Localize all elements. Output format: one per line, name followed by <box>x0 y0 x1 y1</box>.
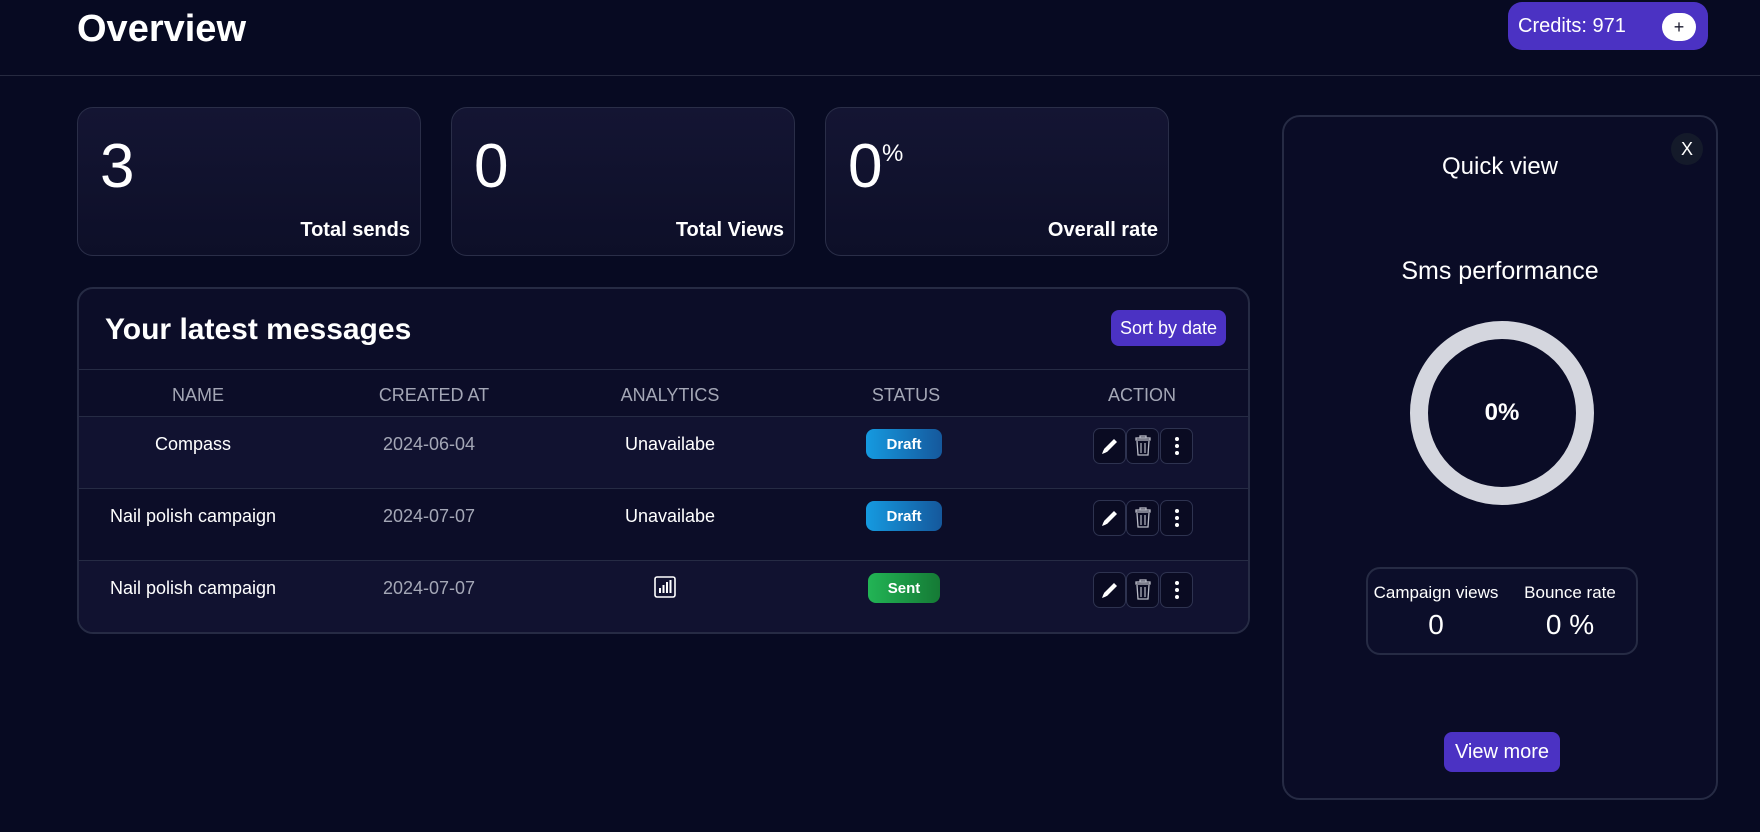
stat-card-total-views: 0 Total Views <box>451 107 795 256</box>
quick-view-panel: X Quick view Sms performance 0% Campaign… <box>1282 115 1718 800</box>
overview-page: Overview Credits: 971 + 3 Total sends 0 … <box>0 0 1760 832</box>
bounce-rate-value: 0 % <box>1545 609 1595 640</box>
page-title: Overview <box>77 8 246 50</box>
stat-label: Total Views <box>675 219 784 241</box>
more-options-button[interactable] <box>1160 572 1193 608</box>
table-row: Nail polish campaign 2024-07-07 Unavaila… <box>79 489 1248 561</box>
vertical-dots-icon <box>1174 437 1179 455</box>
table-row: Nail polish campaign 2024-07-07 Sent <box>79 561 1248 632</box>
edit-button[interactable] <box>1093 572 1126 608</box>
stat-card-overall-rate: 0 % Overall rate <box>825 107 1169 256</box>
view-more-button[interactable]: View more <box>1444 732 1560 772</box>
stat-value: 3 <box>100 132 135 201</box>
stat-percent-suffix: % <box>882 140 904 167</box>
stat-label: Overall rate <box>1047 219 1158 241</box>
status-badge: Draft <box>866 501 942 531</box>
pencil-icon <box>1101 439 1117 454</box>
table-row: Compass 2024-06-04 Unavailabe Draft <box>79 417 1248 489</box>
performance-subtitle: Sms performance <box>1401 257 1599 285</box>
delete-button[interactable] <box>1126 500 1159 536</box>
column-header-action: ACTION <box>1107 385 1176 405</box>
vertical-dots-icon <box>1174 509 1179 527</box>
message-created-at: 2024-07-07 <box>382 506 476 526</box>
status-badge: Sent <box>868 573 940 603</box>
status-badge: Draft <box>866 429 942 459</box>
trash-icon <box>1134 435 1151 456</box>
message-created-at: 2024-06-04 <box>382 434 476 454</box>
credits-label: Credits: 971 <box>1518 14 1626 37</box>
top-header: Overview Credits: 971 + <box>0 0 1760 76</box>
message-name: Nail polish campaign <box>109 506 277 526</box>
trash-icon <box>1134 579 1151 600</box>
credits-pill: Credits: 971 + <box>1508 2 1708 50</box>
sort-by-date-button[interactable]: Sort by date <box>1111 310 1226 346</box>
messages-title: Your latest messages <box>105 313 412 346</box>
message-analytics: Unavailabe <box>624 434 716 454</box>
campaign-views-label: Campaign views <box>1373 583 1499 602</box>
message-analytics: Unavailabe <box>624 506 716 526</box>
more-options-button[interactable] <box>1160 500 1193 536</box>
message-name: Compass <box>154 434 232 454</box>
more-options-button[interactable] <box>1160 428 1193 464</box>
message-created-at: 2024-07-07 <box>382 578 476 598</box>
stat-card-total-sends: 3 Total sends <box>77 107 421 256</box>
quick-view-stats: Campaign views 0 Bounce rate 0 % <box>1366 567 1638 655</box>
column-header-name: NAME <box>171 385 224 405</box>
edit-button[interactable] <box>1093 428 1126 464</box>
pencil-icon <box>1101 583 1117 598</box>
edit-button[interactable] <box>1093 500 1126 536</box>
vertical-dots-icon <box>1174 581 1179 599</box>
trash-icon <box>1134 507 1151 528</box>
performance-value: 0% <box>1484 399 1520 426</box>
column-header-created-at: CREATED AT <box>378 385 490 405</box>
stat-label: Total sends <box>300 219 410 241</box>
message-name: Nail polish campaign <box>109 578 277 598</box>
bar-chart-icon[interactable] <box>653 575 677 599</box>
delete-button[interactable] <box>1126 428 1159 464</box>
stat-value: 0 <box>474 132 509 201</box>
column-header-status: STATUS <box>871 385 941 405</box>
latest-messages-panel: Your latest messages Sort by date NAME C… <box>77 287 1250 634</box>
column-header-analytics: ANALYTICS <box>620 385 720 405</box>
pencil-icon <box>1101 511 1117 526</box>
bounce-rate-label: Bounce rate <box>1524 583 1616 602</box>
quick-view-title: Quick view <box>1441 153 1559 180</box>
add-credits-button[interactable]: + <box>1662 13 1696 41</box>
campaign-views-value: 0 <box>1428 609 1444 640</box>
delete-button[interactable] <box>1126 572 1159 608</box>
stat-value: 0 <box>848 132 883 201</box>
table-header: NAME CREATED AT ANALYTICS STATUS ACTION <box>79 369 1248 417</box>
